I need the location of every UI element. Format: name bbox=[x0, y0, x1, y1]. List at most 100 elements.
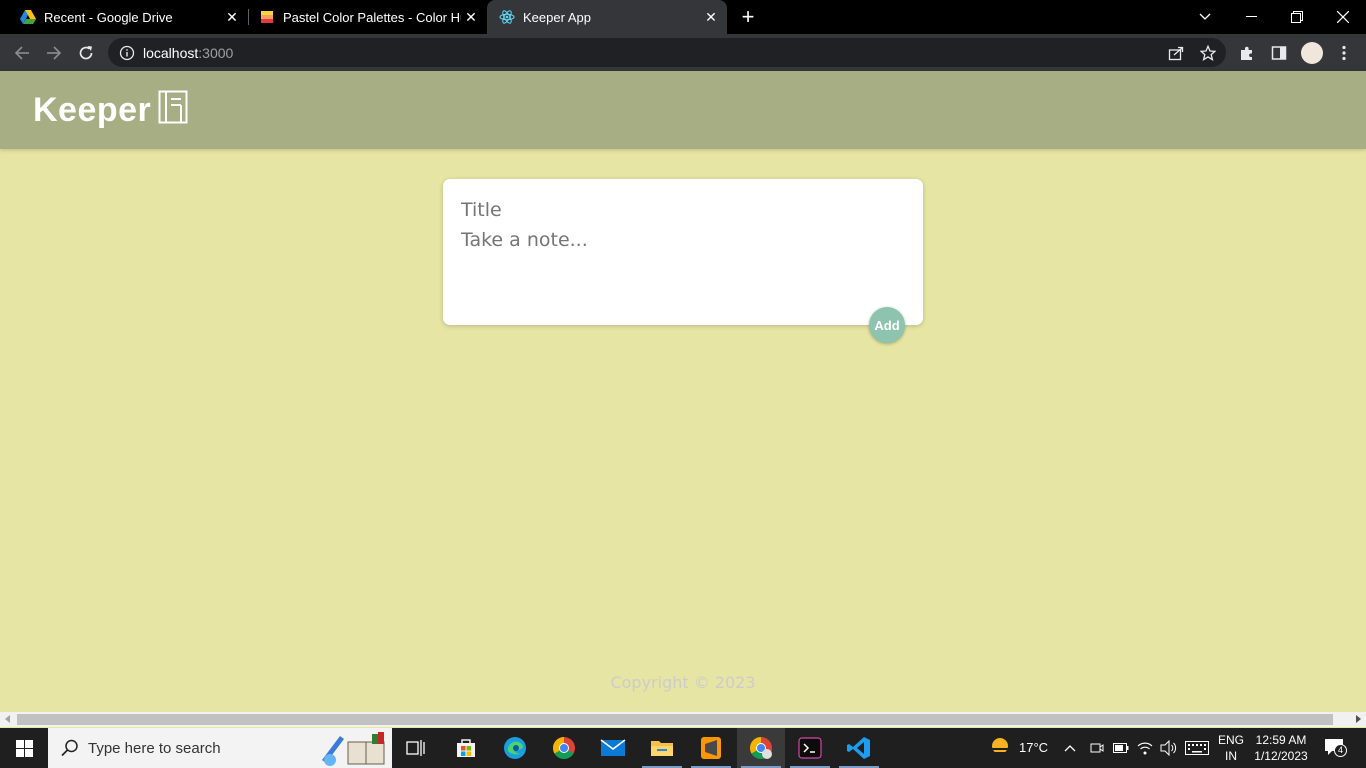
taskbar-terminal[interactable] bbox=[786, 728, 834, 768]
tab-title: Recent - Google Drive bbox=[44, 9, 173, 25]
microsoft-store-icon bbox=[457, 739, 475, 757]
taskbar-vscode[interactable] bbox=[835, 728, 883, 768]
browser-toolbar: localhost:3000 bbox=[0, 34, 1366, 71]
profile-avatar[interactable] bbox=[1301, 42, 1323, 64]
clock[interactable]: 12:59 AM 1/12/2023 bbox=[1251, 732, 1311, 764]
copyright-text: Copyright © 2023 bbox=[610, 673, 756, 692]
tab-color-hunt[interactable]: Pastel Color Palettes - Color Hunt ✕ bbox=[239, 0, 487, 34]
wifi-icon[interactable] bbox=[1137, 740, 1153, 756]
chrome-icon bbox=[750, 737, 772, 759]
puzzle-icon bbox=[1241, 46, 1252, 60]
new-tab-button[interactable]: + bbox=[736, 4, 760, 29]
react-icon bbox=[499, 9, 515, 25]
tab-title: Keeper App bbox=[523, 9, 591, 25]
task-view-button[interactable] bbox=[392, 728, 440, 768]
taskbar-chrome[interactable] bbox=[540, 728, 588, 768]
notification-count: 4 bbox=[1334, 744, 1347, 757]
taskbar-search[interactable]: Type here to search bbox=[48, 728, 392, 768]
taskbar-sublime-text[interactable] bbox=[687, 728, 735, 768]
side-panel-icon bbox=[1271, 46, 1287, 60]
scroll-left-arrow[interactable] bbox=[5, 715, 10, 723]
arrow-right-icon bbox=[47, 46, 62, 60]
taskbar-chrome-active[interactable] bbox=[737, 728, 785, 768]
close-icon bbox=[1337, 11, 1349, 23]
more-vertical-icon bbox=[1342, 45, 1346, 61]
horizontal-scrollbar[interactable] bbox=[0, 712, 1366, 727]
notifications-button[interactable]: 4 bbox=[1324, 738, 1347, 758]
tab-keeper-app[interactable]: Keeper App ✕ bbox=[487, 0, 727, 34]
bookmark-button[interactable] bbox=[1195, 40, 1221, 66]
search-placeholder: Type here to search bbox=[88, 739, 221, 757]
weather-temp[interactable]: 17°C bbox=[1019, 740, 1048, 756]
minimize-button[interactable] bbox=[1228, 0, 1274, 34]
scroll-right-arrow[interactable] bbox=[1356, 715, 1361, 723]
browser-tab-strip: Recent - Google Drive ✕ Pastel Color Pal… bbox=[0, 0, 1366, 34]
language-code: ENG bbox=[1217, 733, 1244, 747]
color-hunt-icon bbox=[259, 9, 275, 25]
note-content-input[interactable] bbox=[461, 229, 901, 299]
folder-icon bbox=[651, 741, 673, 756]
arrow-left-icon bbox=[14, 46, 29, 60]
note-title-input[interactable] bbox=[461, 197, 901, 223]
restore-button[interactable] bbox=[1274, 0, 1320, 34]
search-icon bbox=[61, 739, 78, 757]
volume-icon[interactable] bbox=[1160, 740, 1178, 756]
close-icon[interactable]: ✕ bbox=[461, 7, 481, 27]
restore-icon bbox=[1291, 11, 1303, 23]
url-host: localhost bbox=[143, 44, 199, 61]
share-icon bbox=[1168, 46, 1184, 61]
minimize-icon bbox=[1245, 16, 1257, 17]
google-drive-icon bbox=[20, 9, 36, 25]
info-icon[interactable] bbox=[119, 45, 135, 61]
tab-title: Pastel Color Palettes - Color Hunt bbox=[283, 9, 461, 25]
sublime-text-icon bbox=[701, 737, 721, 759]
share-button[interactable] bbox=[1163, 40, 1189, 66]
search-highlight-icon bbox=[322, 732, 385, 766]
clock-time: 12:59 AM bbox=[1255, 733, 1307, 747]
create-note-form bbox=[443, 179, 923, 325]
page-footer: Copyright © 2023 bbox=[0, 673, 1366, 692]
chrome-icon bbox=[553, 737, 575, 759]
battery-icon[interactable] bbox=[1113, 742, 1129, 754]
terminal-icon bbox=[798, 737, 822, 759]
weather-icon bbox=[989, 738, 1011, 754]
start-button[interactable] bbox=[0, 728, 48, 768]
back-button[interactable] bbox=[9, 40, 35, 66]
taskbar-app-store[interactable] bbox=[442, 728, 490, 768]
language-indicator[interactable]: ENG IN bbox=[1214, 732, 1248, 764]
reload-button[interactable] bbox=[73, 40, 99, 66]
taskbar-file-explorer[interactable] bbox=[638, 728, 686, 768]
extensions-button[interactable] bbox=[1234, 40, 1260, 66]
taskbar-mail[interactable] bbox=[589, 728, 637, 768]
task-view-icon bbox=[406, 740, 425, 756]
side-panel-button[interactable] bbox=[1266, 40, 1292, 66]
reload-icon bbox=[79, 46, 93, 60]
add-note-button[interactable]: Add bbox=[869, 307, 905, 343]
keyboard-icon[interactable] bbox=[1185, 741, 1209, 755]
taskbar-edge[interactable] bbox=[491, 728, 539, 768]
vscode-icon bbox=[847, 737, 870, 759]
region-code: IN bbox=[1225, 749, 1237, 763]
tab-google-drive[interactable]: Recent - Google Drive ✕ bbox=[0, 0, 248, 34]
browser-menu-button[interactable] bbox=[1331, 40, 1357, 66]
show-hidden-icons-button[interactable] bbox=[1064, 740, 1076, 756]
windows-taskbar: Type here to search 17°C ENG IN 12:59 AM… bbox=[0, 728, 1366, 768]
close-window-button[interactable] bbox=[1320, 0, 1366, 34]
windows-logo-icon bbox=[15, 739, 33, 757]
app-logo: Keeper bbox=[33, 91, 152, 129]
notebook-icon bbox=[158, 90, 188, 124]
meet-now-icon[interactable] bbox=[1090, 741, 1104, 755]
address-bar[interactable]: localhost:3000 bbox=[108, 38, 1226, 67]
clock-date: 1/12/2023 bbox=[1254, 749, 1308, 763]
star-icon bbox=[1200, 45, 1216, 61]
app-header: Keeper bbox=[0, 71, 1366, 149]
edge-icon bbox=[504, 737, 526, 759]
tab-search-button[interactable] bbox=[1182, 0, 1228, 34]
close-icon[interactable]: ✕ bbox=[701, 7, 721, 27]
forward-button[interactable] bbox=[41, 40, 67, 66]
chevron-up-icon bbox=[1064, 745, 1076, 752]
url-port: :3000 bbox=[198, 44, 234, 61]
chevron-down-icon bbox=[1199, 13, 1211, 20]
mail-icon bbox=[600, 739, 626, 756]
scrollbar-thumb[interactable] bbox=[17, 714, 1333, 725]
